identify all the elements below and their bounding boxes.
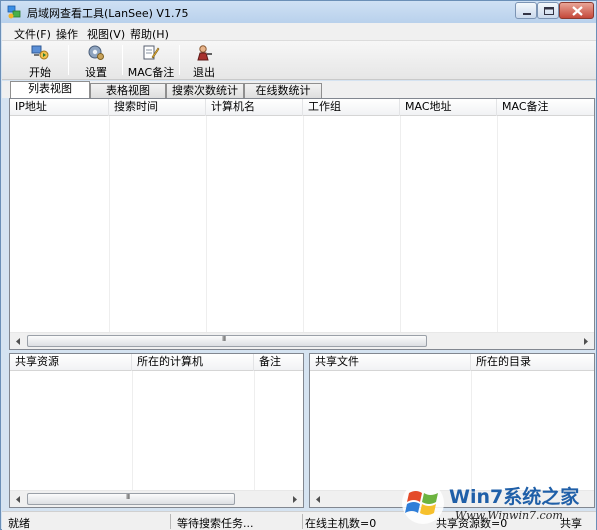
host-list-table[interactable]: IP地址 搜索时间 计算机名 工作组 MAC地址 MAC备注 III — [9, 98, 595, 350]
scroll-right-icon[interactable] — [578, 334, 593, 349]
close-button[interactable] — [559, 2, 594, 19]
windows-logo-icon — [402, 482, 444, 524]
status-online-hosts: 在线主机数=0 — [305, 517, 377, 530]
column-divider — [471, 371, 472, 490]
watermark-url: Www.Winwin7.com — [455, 509, 563, 522]
column-header-ip[interactable]: IP地址 — [10, 99, 109, 116]
scroll-thumb[interactable] — [27, 335, 427, 347]
watermark: Win7系统之家 Www.Winwin7.com — [399, 479, 597, 530]
settings-button[interactable]: 设置 — [74, 43, 118, 79]
mac-note-label: MAC备注 — [127, 66, 175, 79]
settings-label: 设置 — [85, 66, 107, 79]
mac-note-button[interactable]: MAC备注 — [126, 43, 176, 79]
column-header-computer-name[interactable]: 计算机名 — [206, 99, 303, 116]
column-divider — [254, 371, 255, 490]
start-button[interactable]: 开始 — [18, 43, 62, 79]
column-divider — [497, 116, 498, 333]
tab-grid-view[interactable]: 表格视图 — [90, 83, 166, 98]
column-header-share-resource[interactable]: 共享资源 — [10, 354, 132, 371]
maximize-button[interactable] — [537, 2, 559, 19]
toolbar: 开始 设置 MAC备注 退出 — [2, 41, 596, 80]
minimize-icon — [523, 13, 531, 15]
scroll-grip: III — [222, 335, 226, 343]
column-header-search-time[interactable]: 搜索时间 — [109, 99, 206, 116]
column-divider — [206, 116, 207, 333]
exit-label: 退出 — [193, 66, 215, 79]
share-file-header: 共享文件 所在的目录 — [310, 354, 594, 371]
column-header-workgroup[interactable]: 工作组 — [303, 99, 400, 116]
column-header-mac-address[interactable]: MAC地址 — [400, 99, 497, 116]
title-bar[interactable]: 局域网查看工具(LanSee) V1.75 — [1, 1, 596, 23]
maximize-icon — [544, 7, 554, 15]
watermark-brand: Win7系统之家 — [449, 486, 580, 508]
toolbar-separator — [179, 45, 180, 75]
column-header-share-file[interactable]: 共享文件 — [310, 354, 471, 371]
scroll-left-icon[interactable] — [311, 492, 326, 507]
menu-bar: 文件(F) 操作 视图(V) 帮助(H) — [2, 23, 596, 41]
app-icon — [7, 5, 21, 19]
status-task: 等待搜索任务... — [177, 517, 254, 530]
view-tabs: 列表视图 表格视图 搜索次数统计 在线数统计 — [2, 81, 596, 98]
close-icon — [572, 6, 583, 16]
start-label: 开始 — [29, 66, 51, 79]
toolbar-separator — [68, 45, 69, 75]
menu-file[interactable]: 文件(F) — [14, 26, 51, 42]
menu-operate[interactable]: 操作 — [56, 26, 78, 42]
scroll-left-icon[interactable] — [11, 334, 26, 349]
exit-icon — [197, 45, 212, 61]
column-header-host-computer[interactable]: 所在的计算机 — [132, 354, 254, 371]
window-title: 局域网查看工具(LanSee) V1.75 — [27, 7, 189, 20]
status-ready: 就绪 — [8, 517, 30, 530]
share-resource-scrollbar[interactable]: III — [10, 490, 303, 507]
menu-help[interactable]: 帮助(H) — [130, 26, 169, 42]
host-list-scrollbar[interactable]: III — [10, 332, 594, 349]
host-list-header: IP地址 搜索时间 计算机名 工作组 MAC地址 MAC备注 — [10, 99, 594, 116]
exit-button[interactable]: 退出 — [186, 43, 222, 79]
column-header-directory[interactable]: 所在的目录 — [471, 354, 594, 371]
column-header-remark[interactable]: 备注 — [254, 354, 303, 371]
column-divider — [109, 116, 110, 333]
status-divider — [302, 514, 303, 529]
scroll-left-icon[interactable] — [11, 492, 26, 507]
gear-icon — [88, 45, 104, 60]
scroll-thumb[interactable] — [27, 493, 235, 505]
minimize-button[interactable] — [515, 2, 537, 19]
tab-online-count[interactable]: 在线数统计 — [244, 83, 322, 98]
column-divider — [303, 116, 304, 333]
column-divider — [400, 116, 401, 333]
scroll-grip: III — [126, 493, 130, 501]
tab-search-count[interactable]: 搜索次数统计 — [166, 83, 244, 98]
edit-note-icon — [143, 45, 160, 60]
app-window: 局域网查看工具(LanSee) V1.75 文件(F) 操作 视图(V) 帮助(… — [0, 0, 597, 530]
tab-list-view[interactable]: 列表视图 — [10, 81, 90, 98]
column-divider — [132, 371, 133, 490]
share-resource-table[interactable]: 共享资源 所在的计算机 备注 III — [9, 353, 304, 508]
toolbar-separator — [122, 45, 123, 75]
menu-view[interactable]: 视图(V) — [87, 26, 125, 42]
share-resource-header: 共享资源 所在的计算机 备注 — [10, 354, 303, 371]
scroll-right-icon[interactable] — [287, 492, 302, 507]
start-icon — [31, 45, 49, 60]
column-header-mac-note[interactable]: MAC备注 — [497, 99, 594, 116]
status-divider — [170, 514, 171, 529]
